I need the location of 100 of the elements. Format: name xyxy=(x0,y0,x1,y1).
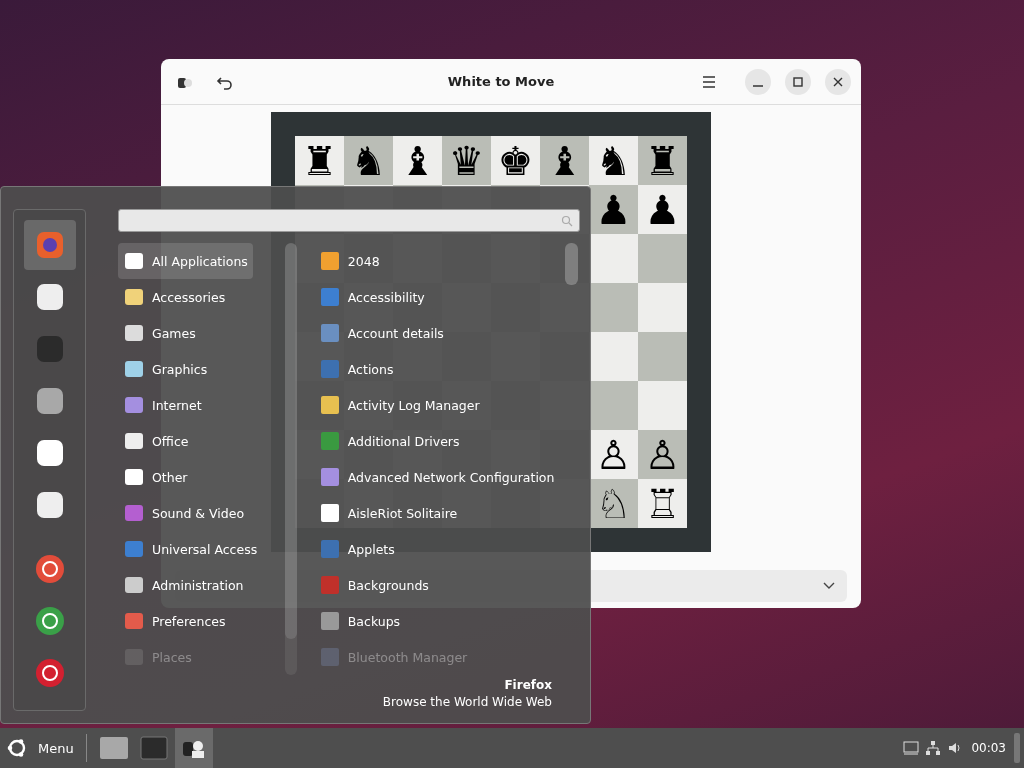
chess-piece[interactable]: ♚ xyxy=(497,140,534,181)
board-square[interactable] xyxy=(589,332,638,381)
board-square[interactable]: ♝ xyxy=(393,136,442,185)
category-icon xyxy=(124,503,144,523)
app-icon xyxy=(319,251,340,271)
chess-piece[interactable]: ♟ xyxy=(644,189,681,230)
application-item[interactable]: Activity Log Manager xyxy=(313,387,563,423)
app-icon xyxy=(319,467,340,487)
chess-piece[interactable]: ♜ xyxy=(644,140,681,181)
app-icon xyxy=(319,323,340,343)
category-item[interactable]: Games xyxy=(118,315,285,351)
board-square[interactable]: ♞ xyxy=(344,136,393,185)
board-square[interactable] xyxy=(589,283,638,332)
search-field[interactable] xyxy=(118,209,580,232)
application-item[interactable]: Accessibility xyxy=(313,279,563,315)
category-icon xyxy=(124,467,144,487)
app-icon xyxy=(319,359,340,379)
board-square[interactable] xyxy=(589,234,638,283)
session-icon xyxy=(33,553,66,585)
category-icon xyxy=(124,323,144,343)
chess-piece[interactable]: ♞ xyxy=(595,140,632,181)
board-square[interactable]: ♜ xyxy=(638,136,687,185)
category-item[interactable]: All Applications xyxy=(118,243,253,279)
application-item[interactable]: Applets xyxy=(313,531,563,567)
network-icon[interactable] xyxy=(925,740,942,756)
chess-piece[interactable]: ♙ xyxy=(644,434,681,475)
close-icon xyxy=(833,76,843,87)
chess-piece[interactable]: ♝ xyxy=(399,140,436,181)
category-icon xyxy=(124,539,144,559)
chess-piece[interactable]: ♙ xyxy=(595,434,632,475)
window-title: White to Move xyxy=(446,74,556,89)
app-icon xyxy=(319,395,340,415)
scrollbar[interactable] xyxy=(284,243,297,639)
minimize-icon xyxy=(753,84,763,87)
search-icon xyxy=(561,214,573,227)
chess-piece[interactable]: ♟ xyxy=(595,189,632,230)
application-item[interactable]: Additional Drivers xyxy=(313,423,563,459)
app-icon xyxy=(319,647,340,667)
category-item[interactable]: Office xyxy=(118,423,285,459)
chess-piece[interactable]: ♞ xyxy=(350,140,387,181)
category-item[interactable]: Sound & Video xyxy=(118,495,285,531)
board-square[interactable]: ♞ xyxy=(589,136,638,185)
close-button[interactable] xyxy=(825,68,851,95)
board-square[interactable]: ♙ xyxy=(638,430,687,479)
chess-piece[interactable]: ♛ xyxy=(448,140,485,181)
app-icon xyxy=(319,287,340,307)
chess-piece[interactable]: ♝ xyxy=(546,140,583,181)
maximize-button[interactable] xyxy=(785,68,811,95)
display-icon[interactable] xyxy=(903,740,920,756)
session-icon xyxy=(33,605,66,637)
category-item[interactable]: Graphics xyxy=(118,351,285,387)
menu-button[interactable]: Menu xyxy=(0,728,84,768)
minimize-button[interactable] xyxy=(745,68,771,95)
app-icon xyxy=(319,431,340,451)
category-icon xyxy=(124,287,144,307)
board-square[interactable]: ♙ xyxy=(589,430,638,479)
window-icon xyxy=(138,734,169,762)
chess-piece[interactable]: ♜ xyxy=(301,140,338,181)
app-description: Browse the World Wide Web xyxy=(382,694,552,711)
category-icon xyxy=(124,611,144,631)
application-item[interactable]: 2048 xyxy=(313,243,563,279)
app-icon xyxy=(319,611,340,631)
category-item[interactable]: Universal Access xyxy=(118,531,285,567)
taskbar-window-button[interactable] xyxy=(174,728,213,768)
board-square[interactable]: ♘ xyxy=(589,479,638,528)
board-square[interactable]: ♖ xyxy=(638,479,687,528)
category-item[interactable]: Administration xyxy=(118,567,285,603)
app-icon xyxy=(319,503,340,523)
board-square[interactable]: ♟ xyxy=(589,185,638,234)
category-item[interactable]: Preferences xyxy=(118,603,285,639)
board-square[interactable]: ♚ xyxy=(491,136,540,185)
chess-piece[interactable]: ♘ xyxy=(595,483,632,524)
application-item[interactable]: Actions xyxy=(313,351,563,387)
application-item[interactable]: Backups xyxy=(313,603,563,639)
chess-piece[interactable]: ♖ xyxy=(644,483,681,524)
board-square[interactable]: ♜ xyxy=(295,136,344,185)
app-icon xyxy=(319,575,340,595)
app-name: Firefox xyxy=(504,677,552,694)
application-item[interactable]: Advanced Network Configuration xyxy=(313,459,563,495)
board-square[interactable]: ♟ xyxy=(638,185,687,234)
board-square[interactable] xyxy=(589,381,638,430)
scrollbar[interactable] xyxy=(565,243,578,285)
category-icon xyxy=(124,251,144,271)
application-item[interactable]: AisleRiot Solitaire xyxy=(313,495,563,531)
category-icon xyxy=(124,359,144,379)
window-icon xyxy=(98,734,129,762)
category-icon xyxy=(124,431,144,451)
maximize-icon xyxy=(793,76,803,87)
application-item[interactable]: Backgrounds xyxy=(313,567,563,603)
board-square[interactable]: ♛ xyxy=(442,136,491,185)
clock[interactable]: 00:03 xyxy=(971,741,1006,755)
logo-icon xyxy=(6,737,28,759)
category-item[interactable]: Accessories xyxy=(118,279,285,315)
application-item[interactable]: Account details xyxy=(313,315,563,351)
session-icon xyxy=(33,657,66,689)
board-square[interactable]: ♝ xyxy=(540,136,589,185)
category-item[interactable]: Other xyxy=(118,459,285,495)
app-icon xyxy=(319,539,340,559)
chevron-down-icon xyxy=(823,582,835,590)
category-item[interactable]: Internet xyxy=(118,387,285,423)
